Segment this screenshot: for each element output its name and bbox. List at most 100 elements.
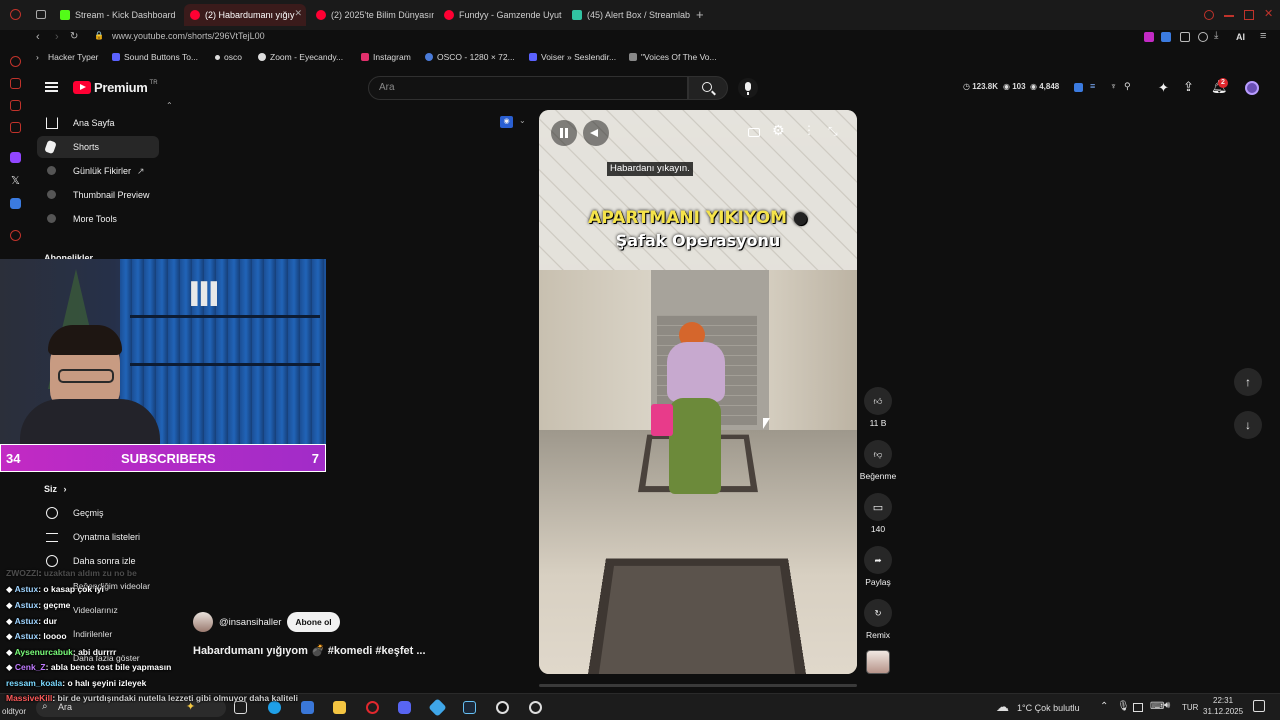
notification-center-icon[interactable] bbox=[1253, 700, 1265, 712]
side-panel-icon[interactable] bbox=[10, 230, 21, 241]
share-button[interactable]: ➦ Paylaş bbox=[862, 546, 894, 587]
browser-settings-icon[interactable]: ≡ bbox=[1260, 30, 1266, 42]
volume-icon[interactable]: 🔊︎ bbox=[1164, 700, 1170, 711]
side-panel-icon[interactable] bbox=[10, 198, 21, 209]
chevron-down-icon[interactable]: ⌄ bbox=[519, 116, 526, 125]
side-panel-icon[interactable] bbox=[10, 78, 21, 89]
network-icon[interactable]: ⌨ bbox=[1150, 701, 1164, 712]
upload-icon[interactable]: ⇪ bbox=[1183, 79, 1194, 95]
avatar[interactable] bbox=[1245, 81, 1259, 95]
channel-avatar[interactable] bbox=[193, 612, 213, 632]
tray-chevron-icon[interactable]: ⌃ bbox=[1100, 701, 1108, 712]
tray-app-icon[interactable] bbox=[1133, 703, 1143, 712]
x-twitter-icon[interactable]: 𝕏 bbox=[11, 174, 20, 187]
sidebar-item-daily-ideas[interactable]: Günlük Fikirler ↗ bbox=[37, 160, 159, 182]
minimize-icon[interactable] bbox=[1224, 15, 1234, 17]
sidebar-item-thumbnail-preview[interactable]: Thumbnail Preview bbox=[37, 184, 159, 206]
side-panel-icon[interactable] bbox=[10, 100, 21, 111]
tab-alert-box[interactable]: (45) Alert Box / Streamlab bbox=[566, 4, 690, 26]
fullscreen-button[interactable]: ⤡ bbox=[821, 120, 847, 146]
bookmark-hacker-typer[interactable]: Hacker Typer bbox=[48, 52, 98, 62]
bookmark-osco[interactable]: osco bbox=[215, 52, 242, 62]
extension-icon[interactable] bbox=[1161, 32, 1171, 42]
clock-date[interactable]: 31.12.2025 bbox=[1203, 707, 1243, 716]
microphone-icon[interactable]: 🎙︎ bbox=[1117, 701, 1130, 712]
bookmark-voices[interactable]: "Voices Of The Vo... bbox=[629, 52, 717, 62]
search-tabs-icon[interactable] bbox=[1204, 10, 1214, 20]
tab-bilim-dunyasi[interactable]: (2) 2025'te Bilim Dünyasın bbox=[310, 4, 434, 26]
weather-text[interactable]: 1°C Çok bulutlu bbox=[1017, 703, 1080, 713]
youtube-logo[interactable]: Premium TR bbox=[73, 80, 158, 95]
language-indicator[interactable]: TUR bbox=[1182, 703, 1198, 712]
side-panel-icon[interactable] bbox=[10, 56, 21, 67]
sidebar-item-your-videos[interactable]: Videolarınız bbox=[73, 605, 118, 615]
sidebar-item-playlists[interactable]: Oynatma listeleri bbox=[37, 526, 159, 548]
next-short-button[interactable]: ↓ bbox=[1234, 411, 1262, 439]
channel-info[interactable]: @insansihaller bbox=[193, 612, 281, 632]
comments-button[interactable]: ▭ 140 bbox=[862, 493, 894, 534]
opera-gx-icon[interactable] bbox=[366, 701, 379, 714]
short-title[interactable]: Habardumanı yığıyom 💣 #komedi #keşfet ..… bbox=[193, 644, 426, 657]
volume-button[interactable] bbox=[583, 120, 609, 146]
file-explorer-icon[interactable] bbox=[333, 701, 346, 714]
quality-badge-icon[interactable]: ◉ bbox=[500, 116, 513, 128]
url-field[interactable]: www.youtube.com/shorts/296VtTejL00 bbox=[112, 31, 265, 41]
app-icon[interactable] bbox=[529, 701, 542, 714]
discord-icon[interactable] bbox=[398, 701, 411, 714]
settings-button[interactable]: ⚙ bbox=[767, 120, 793, 146]
create-icon[interactable]: ✦ bbox=[1158, 80, 1169, 96]
sidebar-item-downloads[interactable]: İndirilenler bbox=[73, 629, 112, 639]
like-button[interactable]: 👍︎ 11 B bbox=[862, 387, 894, 428]
remix-button[interactable]: ↻ Remix bbox=[862, 599, 894, 640]
sidebar-item-more-tools[interactable]: More Tools bbox=[37, 208, 159, 230]
ai-button[interactable]: AI bbox=[1236, 32, 1245, 42]
forward-icon[interactable]: › bbox=[55, 31, 59, 43]
new-tab-button[interactable]: + bbox=[696, 7, 704, 22]
pause-button[interactable] bbox=[551, 120, 577, 146]
profile-icon[interactable] bbox=[1198, 32, 1208, 42]
app-icon[interactable] bbox=[428, 698, 447, 717]
bookmark-osco-size[interactable]: OSCO - 1280 × 72... bbox=[425, 52, 515, 62]
close-tab-icon[interactable]: ✕ bbox=[294, 8, 302, 19]
voice-search-button[interactable] bbox=[738, 78, 758, 98]
extensions-puzzle-icon[interactable] bbox=[1180, 32, 1190, 42]
search-input[interactable]: Ara bbox=[368, 76, 688, 100]
clock-time[interactable]: 22:31 bbox=[1213, 696, 1233, 705]
maximize-icon[interactable] bbox=[1244, 10, 1254, 20]
captions-button[interactable] bbox=[741, 120, 767, 146]
dislike-button[interactable]: 👎︎ Beğenme bbox=[858, 440, 898, 481]
side-panel-icon[interactable] bbox=[10, 122, 21, 133]
tab-overview-icon[interactable] bbox=[36, 10, 46, 19]
extension-icon[interactable] bbox=[1144, 32, 1154, 42]
tab-fundyy[interactable]: Fundyy - Gamzende Uyut bbox=[438, 4, 562, 26]
extension-icon[interactable] bbox=[1074, 83, 1083, 92]
previous-short-button[interactable]: ↑ bbox=[1234, 368, 1262, 396]
twitch-icon[interactable] bbox=[10, 152, 21, 163]
download-icon[interactable]: ⤓ bbox=[1214, 30, 1218, 41]
bookmark-voiser[interactable]: Voiser » Seslendir... bbox=[529, 52, 616, 62]
back-icon[interactable]: ‹ bbox=[36, 31, 40, 43]
short-video-player[interactable]: ⚙ ⋮ ⤡ bbox=[539, 110, 857, 674]
bookmark-sound-buttons[interactable]: Sound Buttons To... bbox=[112, 52, 198, 62]
video-progress-bar[interactable] bbox=[539, 684, 857, 687]
sound-thumbnail[interactable] bbox=[866, 650, 890, 674]
bookmark-zoom[interactable]: Zoom - Eyecandy... bbox=[258, 52, 343, 62]
hamburger-menu-icon[interactable] bbox=[45, 82, 58, 92]
link-icon[interactable]: ⚲ bbox=[1124, 81, 1131, 92]
sidebar-item-home[interactable]: Ana Sayfa bbox=[37, 112, 159, 134]
list-icon[interactable]: ≡ bbox=[1090, 81, 1095, 91]
close-window-icon[interactable]: ✕ bbox=[1264, 7, 1273, 20]
browser-menu-icon[interactable] bbox=[10, 9, 21, 20]
bookmark-instagram[interactable]: Instagram bbox=[361, 52, 411, 62]
sidebar-item-history[interactable]: Geçmiş bbox=[37, 502, 159, 524]
reload-icon[interactable]: ↻ bbox=[70, 31, 78, 42]
bookmarks-chevron-icon[interactable]: › bbox=[36, 52, 39, 62]
more-options-button[interactable]: ⋮ bbox=[793, 120, 819, 146]
channel-name[interactable]: @insansihaller bbox=[219, 617, 281, 628]
sidebar-item-shorts[interactable]: Shorts bbox=[37, 136, 159, 158]
section-you[interactable]: Siz › bbox=[44, 484, 67, 494]
search-button[interactable] bbox=[688, 76, 728, 100]
steam-icon[interactable] bbox=[463, 701, 476, 714]
subscribe-button[interactable]: Abone ol bbox=[287, 612, 340, 632]
obs-icon[interactable] bbox=[496, 701, 509, 714]
